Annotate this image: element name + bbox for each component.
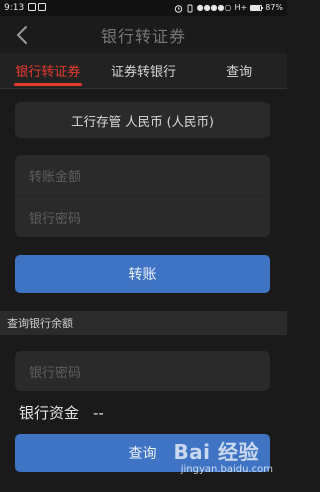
balance-section-header: 查询银行余额 (0, 311, 287, 335)
balance-section-title: 查询银行余额 (7, 317, 73, 330)
page-title: 银行转证券 (100, 26, 186, 46)
tab-bar: 银行转证券 证券转银行 查询 (0, 53, 287, 89)
status-bar: 9:13 ●●●●○ H+ 87% (0, 0, 287, 16)
tab-label: 银行转证券 (15, 65, 81, 80)
tab-label: 查询 (226, 65, 253, 80)
notification-icons (28, 2, 47, 14)
back-button[interactable] (10, 23, 34, 47)
query-password-input[interactable]: 银行密码 (15, 351, 270, 391)
battery-icon (250, 5, 264, 11)
bank-password-input[interactable]: 银行密码 (15, 196, 270, 237)
tab-securities-to-bank[interactable]: 证券转银行 (96, 53, 192, 88)
chevron-left-icon (16, 26, 27, 44)
tab-active-indicator (14, 83, 82, 86)
battery-percent: 87% (265, 3, 283, 12)
watermark-url: jingyan.baidu.com (180, 464, 273, 475)
query-button-label: 查询 (128, 446, 157, 462)
network-type: H+ (234, 3, 248, 12)
watermark-logo-text: Bai 经验 (173, 440, 259, 464)
bank-balance-label: 银行资金 (19, 404, 80, 422)
vibrate-icon (187, 4, 193, 12)
tab-bank-to-securities[interactable]: 银行转证券 (0, 53, 96, 88)
account-selector[interactable]: 工行存管 人民币 (人民币) (15, 102, 270, 138)
query-password-placeholder: 银行密码 (29, 365, 82, 381)
status-time: 9:13 (4, 3, 25, 13)
transfer-input-group: 转账金额 银行密码 (15, 155, 270, 237)
tab-query[interactable]: 查询 (191, 53, 287, 88)
bank-balance-row: 银行资金 -- (19, 402, 104, 423)
transfer-amount-placeholder: 转账金额 (29, 170, 82, 185)
transfer-button-label: 转账 (128, 267, 157, 283)
tab-label: 证券转银行 (111, 65, 177, 80)
signal-dots-icon: ●●●●○ (196, 3, 232, 12)
bank-password-placeholder: 银行密码 (29, 211, 82, 227)
app-notification-icon (28, 2, 47, 11)
transfer-amount-input[interactable]: 转账金额 (15, 155, 270, 196)
status-right: ●●●●○ H+ 87% (174, 4, 283, 13)
transfer-button[interactable]: 转账 (15, 255, 270, 293)
account-selector-value: 工行存管 人民币 (人民币) (71, 113, 214, 129)
nav-bar: 银行转证券 (0, 16, 287, 53)
alarm-icon (174, 4, 182, 13)
bank-balance-value: -- (93, 403, 104, 422)
status-left: 9:13 (4, 2, 47, 14)
baidu-jingyan-watermark: Bai 经验 (173, 436, 259, 465)
